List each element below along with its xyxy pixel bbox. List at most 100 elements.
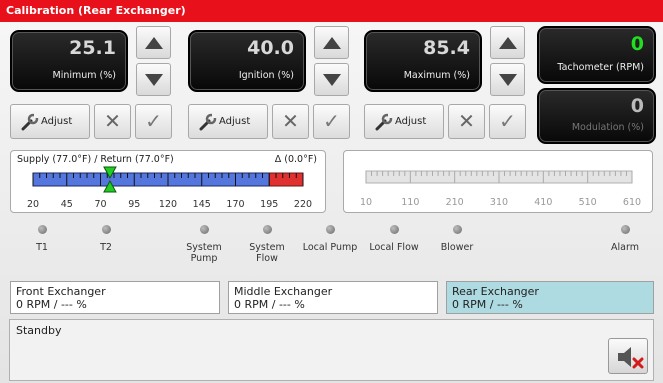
rpm-tick-label: 410 <box>534 197 552 208</box>
temperature-scale: 20 45 70 95 120 145 170 195 220 <box>27 166 312 210</box>
temperature-tick-label: 220 <box>294 199 312 210</box>
maximum-down-button[interactable] <box>490 63 525 96</box>
temperature-tick-label: 195 <box>260 199 278 210</box>
tachometer-label: Tachometer (RPM) <box>557 62 644 73</box>
status-text: Standby <box>16 324 62 337</box>
indicator-light <box>102 225 111 234</box>
arrow-down-icon <box>144 73 163 86</box>
minimum-label: Minimum (%) <box>52 70 117 81</box>
minimum-confirm-button[interactable]: ✓ <box>135 104 172 139</box>
tachometer-value: 0 <box>630 33 644 55</box>
check-icon: ✓ <box>323 109 340 133</box>
indicator-label: Alarm <box>611 242 639 253</box>
ignition-adjust-button[interactable]: Adjust <box>188 104 268 139</box>
rpm-tick-label: 510 <box>579 197 597 208</box>
adjust-label: Adjust <box>219 116 251 127</box>
status-panel: Standby <box>9 319 654 381</box>
rpm-tick-label: 210 <box>446 197 464 208</box>
wrench-icon <box>21 113 39 131</box>
front-exchanger-name: Front Exchanger <box>16 285 106 298</box>
minimum-down-button[interactable] <box>136 63 171 96</box>
ignition-confirm-button[interactable]: ✓ <box>313 104 350 139</box>
minimum-adjust-button[interactable]: Adjust <box>10 104 90 139</box>
indicator-label: System Pump <box>186 242 222 264</box>
temperature-tick-label: 120 <box>159 199 177 210</box>
rear-exchanger-status: 0 RPM / --- % <box>452 298 523 311</box>
indicator-light <box>38 225 47 234</box>
rear-exchanger[interactable]: Rear Exchanger 0 RPM / --- % <box>446 281 654 314</box>
arrow-down-icon <box>498 73 517 86</box>
middle-exchanger[interactable]: Middle Exchanger 0 RPM / --- % <box>228 281 438 314</box>
x-icon: ✕ <box>458 109 475 133</box>
indicator-label: System Flow <box>249 242 285 264</box>
rear-exchanger-name: Rear Exchanger <box>452 285 539 298</box>
temperature-tick-label: 170 <box>226 199 244 210</box>
rpm-scale: 10 110 210 310 410 510 610 <box>360 170 641 208</box>
indicator-light <box>200 225 209 234</box>
indicator-light <box>453 225 462 234</box>
modulation-label: Modulation (%) <box>571 122 644 133</box>
minimum-cancel-button[interactable]: ✕ <box>94 104 131 139</box>
indicator-light <box>263 225 272 234</box>
minimum-up-button[interactable] <box>136 26 171 59</box>
temperature-tick-label: 45 <box>61 199 73 210</box>
temperature-tick-label: 95 <box>128 199 140 210</box>
ignition-label: Ignition (%) <box>238 70 294 81</box>
rpm-tick-label: 610 <box>623 197 641 208</box>
maximum-confirm-button[interactable]: ✓ <box>489 104 526 139</box>
indicator-label: Local Pump <box>302 242 358 253</box>
indicator-light <box>390 225 399 234</box>
front-exchanger-status: 0 RPM / --- % <box>16 298 87 311</box>
arrow-up-icon <box>144 36 163 49</box>
temperature-gauge: Supply (77.0°F) / Return (77.0°F) Δ (0.0… <box>10 150 326 213</box>
modulation-readout: 0 Modulation (%) <box>537 88 656 144</box>
arrow-up-icon <box>498 36 517 49</box>
middle-exchanger-status: 0 RPM / --- % <box>234 298 305 311</box>
ignition-up-button[interactable] <box>314 26 349 59</box>
normal-zone-bar <box>32 172 270 187</box>
rpm-tick-label: 10 <box>360 197 372 208</box>
indicator-label: Blower <box>440 242 474 253</box>
temperature-tick-label: 70 <box>94 199 106 210</box>
indicator-label: T2 <box>100 242 112 253</box>
maximum-readout: 85.4 Maximum (%) <box>364 30 482 92</box>
indicator-label: Local Flow <box>369 242 419 253</box>
wrench-icon <box>375 113 393 131</box>
tachometer-readout: 0 Tachometer (RPM) <box>537 26 656 84</box>
maximum-cancel-button[interactable]: ✕ <box>448 104 485 139</box>
ignition-down-button[interactable] <box>314 63 349 96</box>
rpm-tick-label: 110 <box>401 197 419 208</box>
maximum-label: Maximum (%) <box>403 70 470 81</box>
maximum-up-button[interactable] <box>490 26 525 59</box>
ignition-readout: 40.0 Ignition (%) <box>188 30 306 92</box>
x-icon: ✕ <box>104 109 121 133</box>
temperature-tick-label: 145 <box>193 199 211 210</box>
mute-button[interactable] <box>608 338 648 374</box>
window-title: Calibration (Rear Exchanger) <box>0 0 663 22</box>
minimum-readout: 25.1 Minimum (%) <box>10 30 128 92</box>
speaker-mute-icon <box>618 347 644 369</box>
middle-exchanger-name: Middle Exchanger <box>234 285 333 298</box>
rpm-tick-label: 310 <box>490 197 508 208</box>
minimum-value: 25.1 <box>69 37 116 59</box>
modulation-value: 0 <box>630 95 644 117</box>
wrench-icon <box>199 113 217 131</box>
adjust-label: Adjust <box>395 116 427 127</box>
maximum-adjust-button[interactable]: Adjust <box>364 104 444 139</box>
temperature-tick-label: 20 <box>27 199 39 210</box>
rpm-gauge: 10 110 210 310 410 510 610 <box>343 150 653 213</box>
maximum-value: 85.4 <box>423 37 470 59</box>
red-zone-bar <box>268 172 304 187</box>
indicator-light <box>621 225 630 234</box>
arrow-up-icon <box>322 36 341 49</box>
check-icon: ✓ <box>145 109 162 133</box>
arrow-down-icon <box>322 73 341 86</box>
indicator-label: T1 <box>36 242 48 253</box>
ignition-cancel-button[interactable]: ✕ <box>272 104 309 139</box>
x-icon: ✕ <box>282 109 299 133</box>
adjust-label: Adjust <box>41 116 73 127</box>
main-area: 25.1 Minimum (%) 40.0 Ignition (%) 85.4 … <box>0 22 663 383</box>
check-icon: ✓ <box>499 109 516 133</box>
front-exchanger[interactable]: Front Exchanger 0 RPM / --- % <box>10 281 220 314</box>
ignition-value: 40.0 <box>247 37 294 59</box>
